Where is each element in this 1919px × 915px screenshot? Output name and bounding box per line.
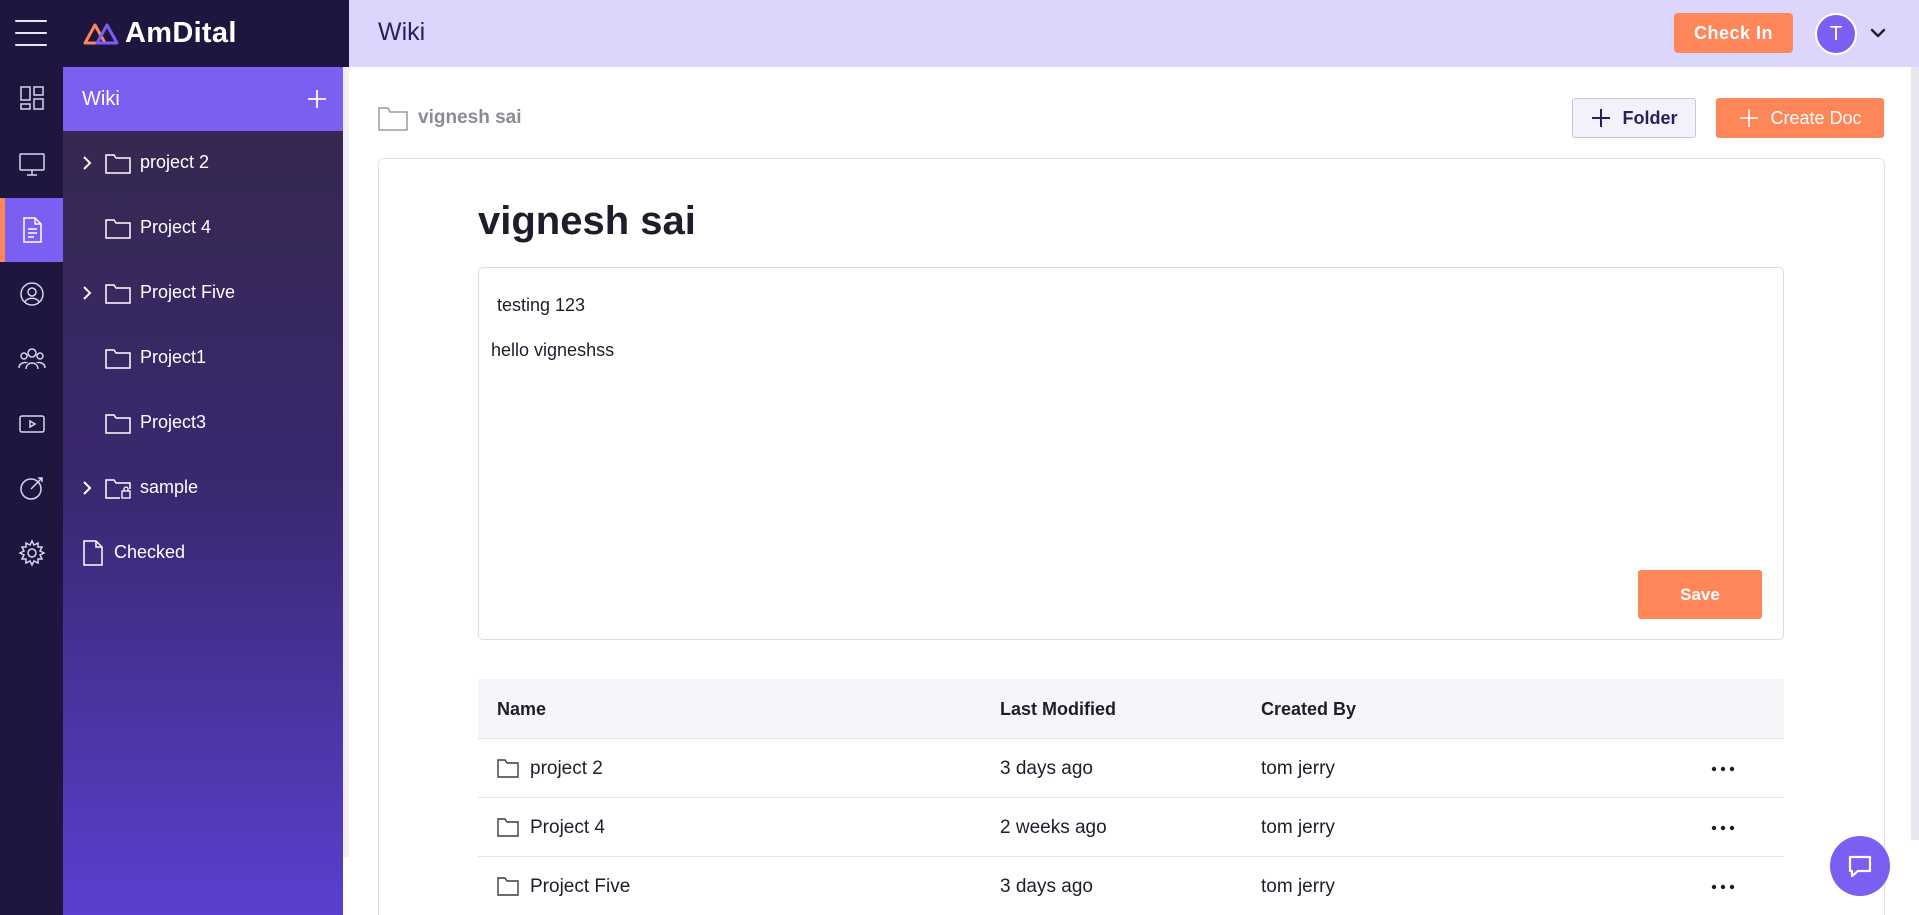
folder-icon: [105, 219, 131, 239]
sidebar-item-label: sample: [140, 477, 199, 497]
chevron-right-icon[interactable]: [80, 285, 94, 301]
document-card: vignesh sai testing 123 hello vigneshss …: [378, 158, 1885, 915]
sidebar-item-project1[interactable]: Project1: [63, 326, 343, 391]
page-title: Wiki: [378, 18, 426, 46]
table-row[interactable]: Project 4 2 weeks ago tom jerry: [478, 798, 1784, 857]
monitor-icon[interactable]: [0, 132, 63, 196]
main-content: vignesh sai Folder Create Doc vignesh sa…: [349, 67, 1919, 915]
sidebar-item-label: Checked: [114, 542, 186, 562]
chevron-right-icon[interactable]: [80, 480, 94, 496]
document-icon: [83, 540, 103, 566]
check-in-button[interactable]: Check In: [1674, 13, 1793, 53]
brand[interactable]: AmDital: [63, 0, 349, 67]
video-icon[interactable]: [0, 392, 63, 456]
more-options-icon[interactable]: [1708, 759, 1738, 779]
add-folder-button[interactable]: Folder: [1572, 98, 1696, 138]
sidebar-item-project-4[interactable]: Project 4: [63, 196, 343, 261]
folder-icon: [497, 759, 519, 778]
plus-icon: [1592, 109, 1611, 127]
sidebar-item-project3[interactable]: Project3: [63, 391, 343, 456]
folder-icon: [105, 349, 131, 369]
wiki-sidebar: Wiki project 2 Project 4 Project Five Pr…: [63, 67, 343, 915]
chevron-down-icon[interactable]: [1869, 24, 1887, 42]
dashboard-icon[interactable]: [0, 66, 63, 130]
breadcrumb: vignesh sai: [378, 105, 522, 131]
chevron-right-icon[interactable]: [80, 155, 94, 171]
folder-icon: [497, 877, 519, 896]
sidebar-item-label: Project 4: [140, 217, 212, 237]
table-header: Name Last Modified Created By: [478, 679, 1784, 739]
more-options-icon[interactable]: [1708, 877, 1738, 897]
sidebar-item-checked[interactable]: Checked: [63, 521, 343, 586]
row-name[interactable]: Project 4: [530, 817, 605, 839]
menu-icon[interactable]: [15, 18, 47, 48]
brand-name: AmDital: [125, 17, 237, 49]
target-icon[interactable]: [0, 456, 63, 520]
sidebar-title: Wiki: [82, 87, 120, 110]
row-name[interactable]: project 2: [530, 758, 603, 780]
document-icon[interactable]: [0, 198, 63, 262]
row-created-by: tom jerry: [1261, 758, 1335, 779]
document-editor[interactable]: testing 123 hello vigneshss Save: [478, 267, 1784, 640]
folder-icon: [105, 154, 131, 174]
document-title: vignesh sai: [478, 199, 696, 243]
more-options-icon[interactable]: [1708, 818, 1738, 838]
sidebar-item-project-2[interactable]: project 2: [63, 131, 343, 196]
row-last-modified: 3 days ago: [1000, 876, 1093, 897]
gear-icon[interactable]: [0, 521, 63, 585]
editor-text-line[interactable]: hello vigneshss: [491, 340, 614, 361]
row-last-modified: 2 weeks ago: [1000, 817, 1107, 838]
sidebar-header: Wiki: [63, 67, 343, 131]
row-created-by: tom jerry: [1261, 817, 1335, 838]
column-header-last-modified[interactable]: Last Modified: [1000, 699, 1116, 720]
add-folder-label: Folder: [1622, 107, 1678, 128]
folder-icon: [497, 818, 519, 837]
row-last-modified: 3 days ago: [1000, 758, 1093, 779]
app-bar: Wiki Check In T: [349, 0, 1919, 67]
plus-icon[interactable]: [305, 87, 329, 111]
plus-icon: [1740, 109, 1759, 127]
save-button[interactable]: Save: [1638, 570, 1762, 619]
sidebar-item-label: Project3: [140, 412, 207, 432]
folder-icon: [378, 107, 408, 131]
top-bar: AmDital Wiki Check In T: [0, 0, 1919, 67]
sidebar-item-label: Project Five: [140, 282, 236, 302]
folder-icon: [105, 284, 131, 304]
scrollbar-thumb[interactable]: [1911, 67, 1919, 840]
main-scrollbar[interactable]: [1911, 67, 1919, 915]
profile-network-icon[interactable]: [0, 262, 63, 326]
table-row[interactable]: project 2 3 days ago tom jerry: [478, 739, 1784, 798]
table-row[interactable]: Project Five 3 days ago tom jerry: [478, 857, 1784, 915]
folder-icon: [105, 414, 131, 434]
locked-folder-icon: [105, 479, 131, 499]
contents-table: Name Last Modified Created By project 2 …: [478, 679, 1784, 915]
team-icon[interactable]: [0, 326, 63, 390]
chat-button[interactable]: [1830, 836, 1890, 896]
avatar[interactable]: T: [1815, 13, 1857, 55]
amdital-logo-icon: [83, 23, 119, 44]
create-doc-label: Create Doc: [1770, 107, 1862, 128]
column-header-created-by[interactable]: Created By: [1261, 699, 1356, 720]
editor-text-line[interactable]: testing 123: [497, 295, 585, 316]
sidebar-item-label: Project1: [140, 347, 207, 367]
row-name[interactable]: Project Five: [530, 876, 630, 898]
sidebar-item-label: project 2: [140, 152, 210, 172]
sidebar-item-project-five[interactable]: Project Five: [63, 261, 343, 326]
create-doc-button[interactable]: Create Doc: [1716, 98, 1884, 138]
icon-rail: [0, 0, 63, 915]
column-header-name[interactable]: Name: [497, 699, 546, 720]
breadcrumb-current[interactable]: vignesh sai: [418, 107, 522, 129]
sidebar-item-sample[interactable]: sample: [63, 456, 343, 521]
row-created-by: tom jerry: [1261, 876, 1335, 897]
chat-bubble-icon: [1848, 855, 1872, 878]
